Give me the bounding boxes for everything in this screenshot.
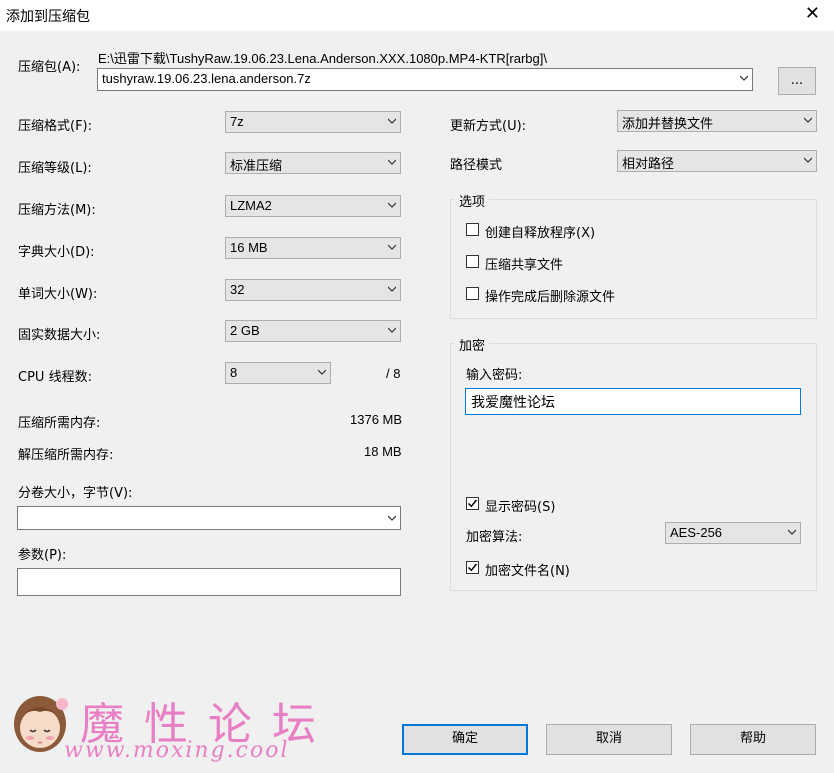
word-label: 单词大小(W):: [18, 287, 98, 302]
close-icon[interactable]: ✕: [805, 3, 820, 24]
chevron-down-icon: [788, 529, 796, 535]
pathmode-label: 路径模式: [450, 158, 503, 173]
show-password-checkbox[interactable]: [466, 497, 479, 510]
format-combo[interactable]: 7z: [225, 111, 401, 133]
encrypt-names-checkbox[interactable]: [466, 561, 479, 574]
word-value: 32: [230, 282, 245, 297]
method-value: LZMA2: [230, 198, 272, 213]
watermark-url: www.moxing.cool: [64, 738, 290, 763]
solid-combo[interactable]: 2 GB: [225, 320, 401, 342]
sfx-checkbox[interactable]: [466, 223, 479, 236]
split-label: 分卷大小，字节(V):: [18, 486, 133, 501]
encryption-method-label: 加密算法:: [466, 530, 523, 545]
chevron-down-icon: [804, 157, 812, 163]
checkmark-icon: [467, 563, 478, 572]
mem-compress-value: 1376 MB: [350, 412, 403, 427]
level-label: 压缩等级(L):: [18, 161, 92, 176]
split-combo[interactable]: [17, 506, 401, 530]
encryption-method-value: AES-256: [670, 525, 723, 540]
chevron-down-icon: [388, 244, 396, 250]
chevron-down-icon: [388, 286, 396, 292]
chevron-down-icon: [388, 327, 396, 333]
archive-filename-combo[interactable]: tushyraw.19.06.23.lena.anderson.7z: [97, 68, 753, 91]
threads-value: 8: [230, 365, 238, 380]
method-combo[interactable]: LZMA2: [225, 195, 401, 217]
format-label: 压缩格式(F):: [18, 119, 93, 134]
password-input[interactable]: 我爱魔性论坛: [465, 388, 801, 415]
pathmode-value: 相对路径: [622, 156, 675, 171]
encrypt-names-label: 加密文件名(N): [485, 564, 570, 579]
chevron-down-icon: [388, 159, 396, 165]
sfx-label: 创建自释放程序(X): [485, 226, 596, 241]
level-value: 标准压缩: [230, 158, 283, 173]
archive-path: E:\迅雷下载\TushyRaw.19.06.23.Lena.Anderson.…: [98, 51, 547, 66]
show-password-label: 显示密码(S): [485, 500, 556, 515]
threads-total: / 8: [386, 366, 401, 381]
params-label: 参数(P):: [18, 548, 67, 563]
word-combo[interactable]: 32: [225, 279, 401, 301]
checkmark-icon: [467, 499, 478, 508]
options-title: 选项: [455, 191, 490, 210]
archive-label: 压缩包(A):: [18, 60, 81, 75]
delete-source-checkbox[interactable]: [466, 287, 479, 300]
chevron-down-icon: [318, 369, 326, 375]
params-input[interactable]: [17, 568, 401, 596]
chevron-down-icon: [804, 117, 812, 123]
update-label: 更新方式(U):: [450, 119, 527, 134]
chevron-down-icon: [388, 515, 396, 521]
format-value: 7z: [230, 114, 244, 129]
method-label: 压缩方法(M):: [18, 203, 96, 218]
mem-decompress-label: 解压缩所需内存:: [18, 448, 114, 463]
dict-combo[interactable]: 16 MB: [225, 237, 401, 259]
pathmode-combo[interactable]: 相对路径: [617, 150, 817, 172]
delete-source-label: 操作完成后删除源文件: [485, 290, 616, 305]
password-label: 输入密码:: [466, 368, 523, 383]
shared-checkbox[interactable]: [466, 255, 479, 268]
chevron-down-icon: [388, 118, 396, 124]
encryption-method-combo[interactable]: AES-256: [665, 522, 801, 544]
chevron-down-icon: [388, 202, 396, 208]
dict-label: 字典大小(D):: [18, 245, 95, 260]
threads-label: CPU 线程数:: [18, 370, 92, 385]
cancel-button[interactable]: 取消: [546, 724, 672, 755]
help-button[interactable]: 帮助: [690, 724, 816, 755]
solid-label: 固实数据大小:: [18, 328, 101, 343]
password-value: 我爱魔性论坛: [471, 395, 555, 411]
mem-compress-label: 压缩所需内存:: [18, 416, 101, 431]
level-combo[interactable]: 标准压缩: [225, 152, 401, 174]
dict-value: 16 MB: [230, 240, 268, 255]
archive-filename: tushyraw.19.06.23.lena.anderson.7z: [102, 71, 311, 86]
update-combo[interactable]: 添加并替换文件: [617, 110, 817, 132]
threads-combo[interactable]: 8: [225, 362, 331, 384]
encryption-title: 加密: [455, 335, 490, 354]
solid-value: 2 GB: [230, 323, 260, 338]
browse-button[interactable]: ...: [778, 67, 816, 95]
shared-label: 压缩共享文件: [485, 258, 564, 273]
chevron-down-icon: [740, 75, 748, 81]
dialog-title: 添加到压缩包: [6, 9, 90, 25]
mem-decompress-value: 18 MB: [364, 444, 402, 459]
title-bar: [0, 0, 834, 31]
ok-button[interactable]: 确定: [402, 724, 528, 755]
update-value: 添加并替换文件: [622, 116, 714, 131]
